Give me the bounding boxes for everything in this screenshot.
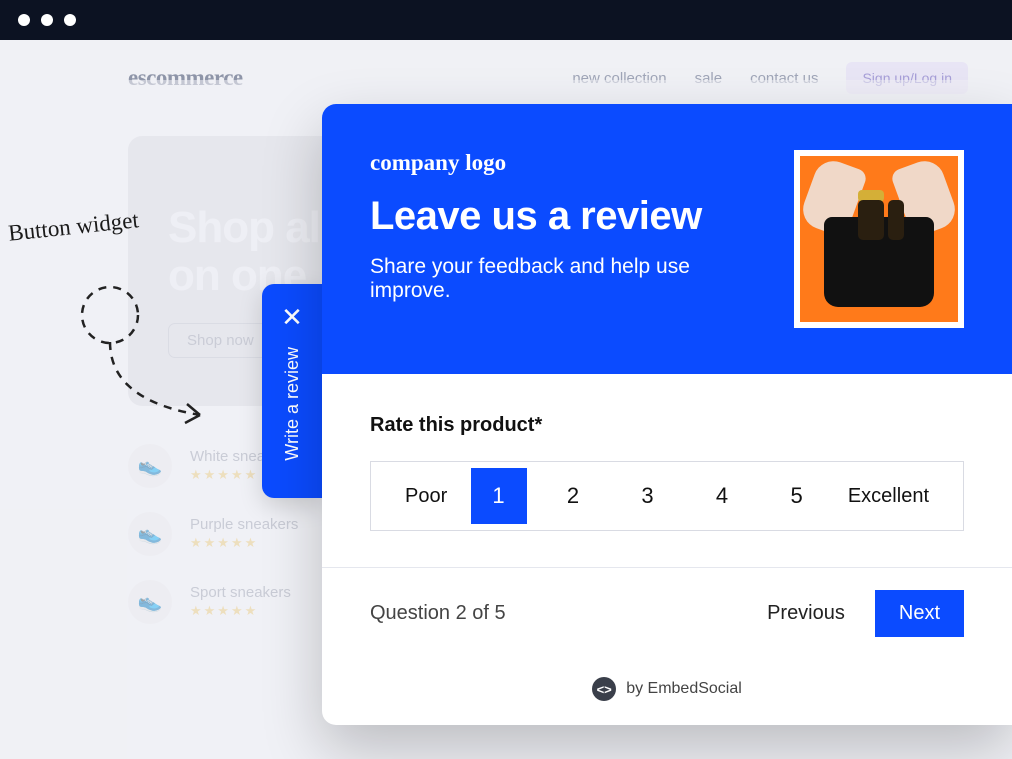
signup-button[interactable]: Sign up/Log in [846,62,968,94]
previous-button[interactable]: Previous [747,592,865,635]
site-nav: escommerce new collection sale contact u… [0,62,1012,94]
product-image [794,150,964,328]
traffic-light-dot [64,14,76,26]
traffic-light-dot [18,14,30,26]
credit-text: by EmbedSocial [626,680,742,698]
close-icon[interactable]: ✕ [281,302,303,333]
product-thumb: 👟 [128,444,172,488]
company-logo: company logo [370,150,764,176]
review-widget-tab[interactable]: ✕ Write a review [262,284,322,498]
nav-new-collection[interactable]: new collection [572,70,666,87]
site-logo: escommerce [128,65,243,91]
modal-title: Leave us a review [370,194,764,239]
shop-now-button[interactable]: Shop now [168,323,273,358]
product-name: Sport sneakers [190,584,291,601]
rating-option-4[interactable]: 4 [694,468,750,524]
modal-credit: <> by EmbedSocial [322,659,1012,725]
rating-option-2[interactable]: 2 [545,468,601,524]
rating-option-5[interactable]: 5 [769,468,825,524]
embedsocial-icon: <> [592,677,616,701]
window-titlebar [0,0,1012,40]
rating-scale: Poor 1 2 3 4 5 Excellent [370,461,964,531]
review-modal: company logo Leave us a review Share you… [322,104,1012,725]
modal-footer: Question 2 of 5 Previous Next [322,567,1012,659]
modal-subtitle: Share your feedback and help use improve… [370,255,750,303]
rating-option-1[interactable]: 1 [471,468,527,524]
question-progress: Question 2 of 5 [370,602,506,625]
rating-low-label: Poor [391,475,461,518]
traffic-light-dot [41,14,53,26]
rating-high-label: Excellent [834,475,943,518]
question-label: Rate this product* [370,414,964,437]
product-thumb: 👟 [128,512,172,556]
rating-option-3[interactable]: 3 [620,468,676,524]
star-rating: ★★★★★ [190,603,291,619]
modal-header: company logo Leave us a review Share you… [322,104,1012,374]
modal-body: Rate this product* Poor 1 2 3 4 5 Excell… [322,374,1012,567]
product-name: Purple sneakers [190,516,298,533]
widget-tab-label: Write a review [282,347,303,461]
star-rating: ★★★★★ [190,535,298,551]
product-thumb: 👟 [128,580,172,624]
next-button[interactable]: Next [875,590,964,637]
nav-sale[interactable]: sale [695,70,723,87]
nav-contact[interactable]: contact us [750,70,818,87]
